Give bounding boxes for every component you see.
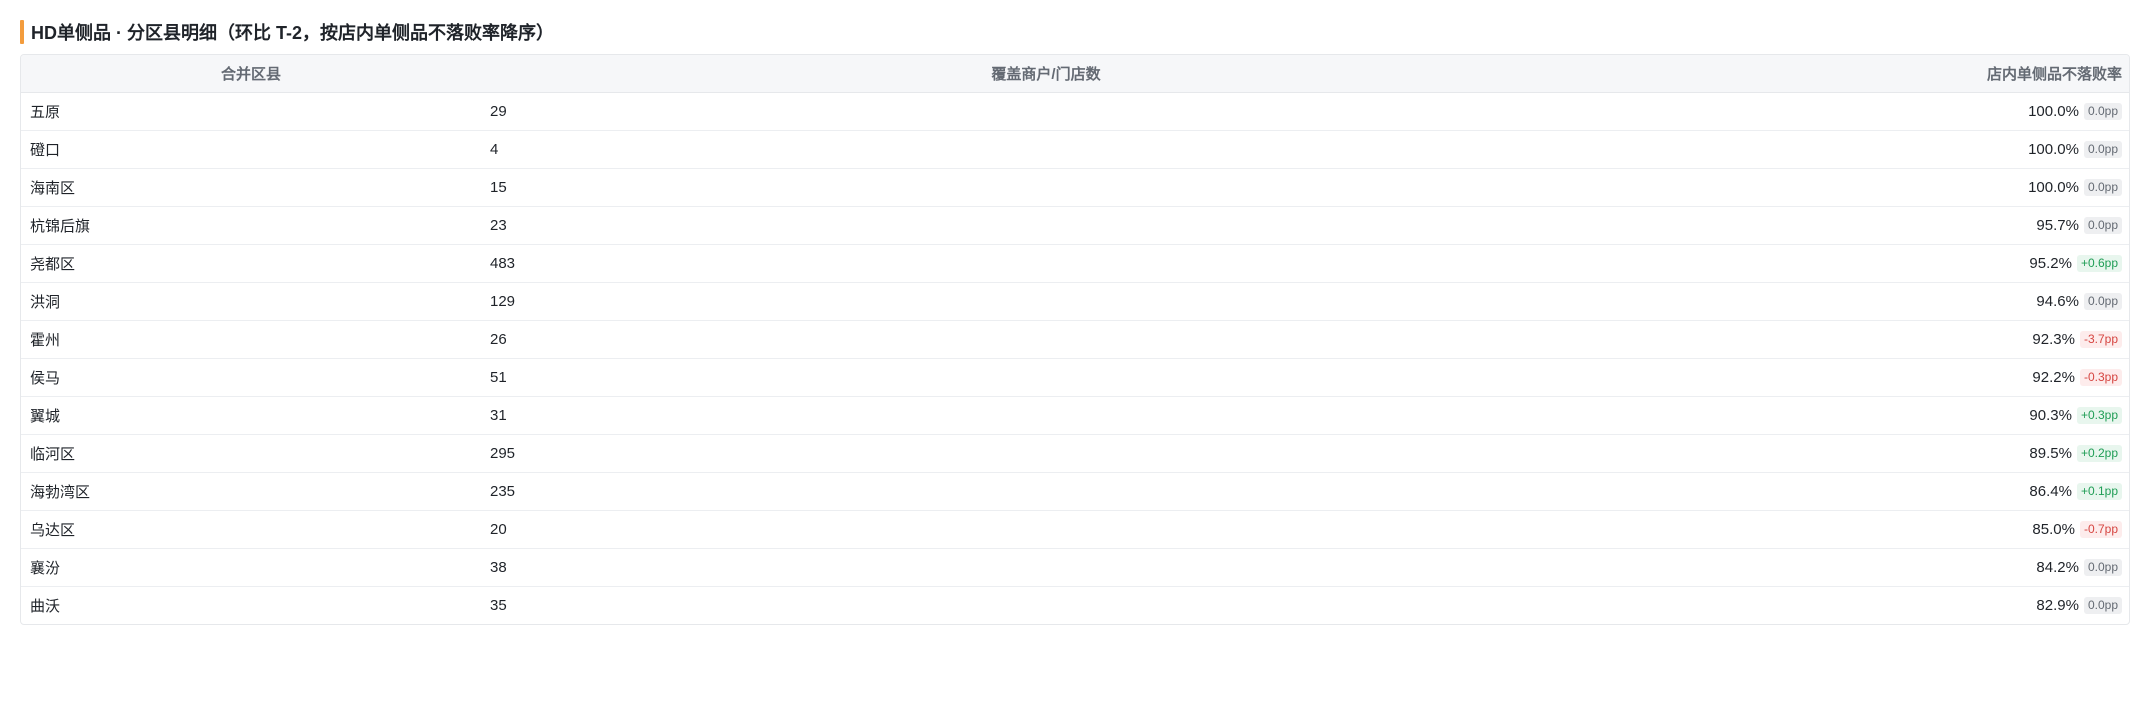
delta-badge: 0.0pp bbox=[2083, 140, 2122, 158]
rate-value: 92.3% bbox=[2032, 330, 2075, 348]
column-header-count[interactable]: 覆盖商户/门店数 bbox=[481, 55, 1611, 93]
title-accent-bar bbox=[20, 20, 24, 44]
delta-badge: 0.0pp bbox=[2083, 216, 2122, 234]
cell-region: 霍州 bbox=[21, 319, 481, 358]
cell-rate: 90.3% +0.3pp bbox=[1611, 395, 2129, 434]
rate-value: 84.2% bbox=[2036, 558, 2079, 576]
cell-region: 海勃湾区 bbox=[21, 471, 481, 510]
section-title: HD单侧品 · 分区县明细（环比 T-2，按店内单侧品不落败率降序） bbox=[31, 23, 554, 43]
cell-region: 翼城 bbox=[21, 395, 481, 434]
delta-badge: +0.3pp bbox=[2076, 406, 2122, 424]
cell-rate: 95.2% +0.6pp bbox=[1611, 243, 2129, 282]
table-body: 五原 29 100.0% 0.0pp 磴口 4 100.0% 0.0pp 海南区 15 100.0%… bbox=[21, 92, 2129, 624]
table-row[interactable]: 曲沃 35 82.9% 0.0pp bbox=[21, 585, 2129, 624]
cell-count: 31 bbox=[481, 395, 1611, 434]
cell-count: 4 bbox=[481, 129, 1611, 168]
rate-value: 82.9% bbox=[2036, 596, 2079, 614]
delta-badge: +0.1pp bbox=[2076, 482, 2122, 500]
table-row[interactable]: 侯马 51 92.2% -0.3pp bbox=[21, 357, 2129, 396]
data-table: 合并区县 覆盖商户/门店数 店内单侧品不落败率 五原 29 100.0% 0.0pp 磴… bbox=[21, 55, 2129, 624]
rate-value: 89.5% bbox=[2029, 444, 2072, 462]
rate-value: 95.7% bbox=[2036, 216, 2079, 234]
cell-rate: 94.6% 0.0pp bbox=[1611, 281, 2129, 320]
cell-count: 483 bbox=[481, 243, 1611, 282]
cell-rate: 82.9% 0.0pp bbox=[1611, 585, 2129, 624]
rate-value: 86.4% bbox=[2029, 482, 2072, 500]
cell-count: 23 bbox=[481, 205, 1611, 244]
cell-region: 洪洞 bbox=[21, 281, 481, 320]
cell-count: 129 bbox=[481, 281, 1611, 320]
table-row[interactable]: 五原 29 100.0% 0.0pp bbox=[21, 92, 2129, 130]
header-row: 合并区县 覆盖商户/门店数 店内单侧品不落败率 bbox=[21, 55, 2129, 93]
cell-count: 26 bbox=[481, 319, 1611, 358]
column-header-region[interactable]: 合并区县 bbox=[21, 55, 481, 93]
table-row[interactable]: 临河区 295 89.5% +0.2pp bbox=[21, 433, 2129, 472]
cell-region: 乌达区 bbox=[21, 509, 481, 548]
column-header-rate[interactable]: 店内单侧品不落败率 bbox=[1611, 55, 2129, 93]
rate-value: 100.0% bbox=[2028, 140, 2079, 158]
rate-value: 95.2% bbox=[2029, 254, 2072, 272]
page: HD单侧品 · 分区县明细（环比 T-2，按店内单侧品不落败率降序） 合并区县 … bbox=[0, 0, 2150, 716]
cell-rate: 92.3% -3.7pp bbox=[1611, 319, 2129, 358]
rate-value: 100.0% bbox=[2028, 102, 2079, 120]
cell-rate: 100.0% 0.0pp bbox=[1611, 129, 2129, 168]
cell-count: 295 bbox=[481, 433, 1611, 472]
rate-value: 100.0% bbox=[2028, 178, 2079, 196]
cell-count: 38 bbox=[481, 547, 1611, 586]
table-row[interactable]: 乌达区 20 85.0% -0.7pp bbox=[21, 509, 2129, 548]
rate-value: 90.3% bbox=[2029, 406, 2072, 424]
cell-rate: 100.0% 0.0pp bbox=[1611, 167, 2129, 206]
section-header: HD单侧品 · 分区县明细（环比 T-2，按店内单侧品不落败率降序） bbox=[20, 20, 2130, 44]
cell-region: 侯马 bbox=[21, 357, 481, 396]
cell-count: 15 bbox=[481, 167, 1611, 206]
cell-count: 51 bbox=[481, 357, 1611, 396]
cell-rate: 89.5% +0.2pp bbox=[1611, 433, 2129, 472]
table-row[interactable]: 磴口 4 100.0% 0.0pp bbox=[21, 129, 2129, 168]
delta-badge: -0.7pp bbox=[2079, 520, 2122, 538]
cell-region: 磴口 bbox=[21, 129, 481, 168]
cell-region: 尧都区 bbox=[21, 243, 481, 282]
cell-rate: 86.4% +0.1pp bbox=[1611, 471, 2129, 510]
cell-count: 35 bbox=[481, 585, 1611, 624]
cell-rate: 95.7% 0.0pp bbox=[1611, 205, 2129, 244]
delta-badge: 0.0pp bbox=[2083, 596, 2122, 614]
table-row[interactable]: 襄汾 38 84.2% 0.0pp bbox=[21, 547, 2129, 586]
cell-region: 杭锦后旗 bbox=[21, 205, 481, 244]
rate-value: 94.6% bbox=[2036, 292, 2079, 310]
table-row[interactable]: 翼城 31 90.3% +0.3pp bbox=[21, 395, 2129, 434]
cell-count: 29 bbox=[490, 102, 507, 120]
cell-rate: 84.2% 0.0pp bbox=[1611, 547, 2129, 586]
cell-region: 五原 bbox=[30, 103, 61, 121]
rate-value: 85.0% bbox=[2032, 520, 2075, 538]
region-detail-table: 合并区县 覆盖商户/门店数 店内单侧品不落败率 五原 29 100.0% 0.0pp 磴… bbox=[20, 54, 2130, 625]
cell-rate: 92.2% -0.3pp bbox=[1611, 357, 2129, 396]
delta-badge: 0.0pp bbox=[2083, 292, 2122, 310]
table-row[interactable]: 海勃湾区 235 86.4% +0.1pp bbox=[21, 471, 2129, 510]
delta-badge: 0.0pp bbox=[2083, 102, 2122, 120]
rate-value: 92.2% bbox=[2032, 368, 2075, 386]
delta-badge: +0.6pp bbox=[2076, 254, 2122, 272]
cell-region: 临河区 bbox=[21, 433, 481, 472]
cell-rate: 100.0% 0.0pp bbox=[1611, 92, 2129, 130]
table-header: 合并区县 覆盖商户/门店数 店内单侧品不落败率 bbox=[21, 55, 2129, 93]
delta-badge: 0.0pp bbox=[2083, 558, 2122, 576]
cell-region: 海南区 bbox=[21, 167, 481, 206]
table-row[interactable]: 杭锦后旗 23 95.7% 0.0pp bbox=[21, 205, 2129, 244]
table-row[interactable]: 海南区 15 100.0% 0.0pp bbox=[21, 167, 2129, 206]
cell-region: 曲沃 bbox=[21, 585, 481, 624]
cell-rate: 85.0% -0.7pp bbox=[1611, 509, 2129, 548]
cell-count: 20 bbox=[481, 509, 1611, 548]
table-row[interactable]: 霍州 26 92.3% -3.7pp bbox=[21, 319, 2129, 358]
delta-badge: -0.3pp bbox=[2079, 368, 2122, 386]
table-row[interactable]: 尧都区 483 95.2% +0.6pp bbox=[21, 243, 2129, 282]
delta-badge: +0.2pp bbox=[2076, 444, 2122, 462]
delta-badge: -3.7pp bbox=[2079, 330, 2122, 348]
delta-badge: 0.0pp bbox=[2083, 178, 2122, 196]
cell-region: 襄汾 bbox=[21, 547, 481, 586]
cell-count: 235 bbox=[481, 471, 1611, 510]
table-row[interactable]: 洪洞 129 94.6% 0.0pp bbox=[21, 281, 2129, 320]
